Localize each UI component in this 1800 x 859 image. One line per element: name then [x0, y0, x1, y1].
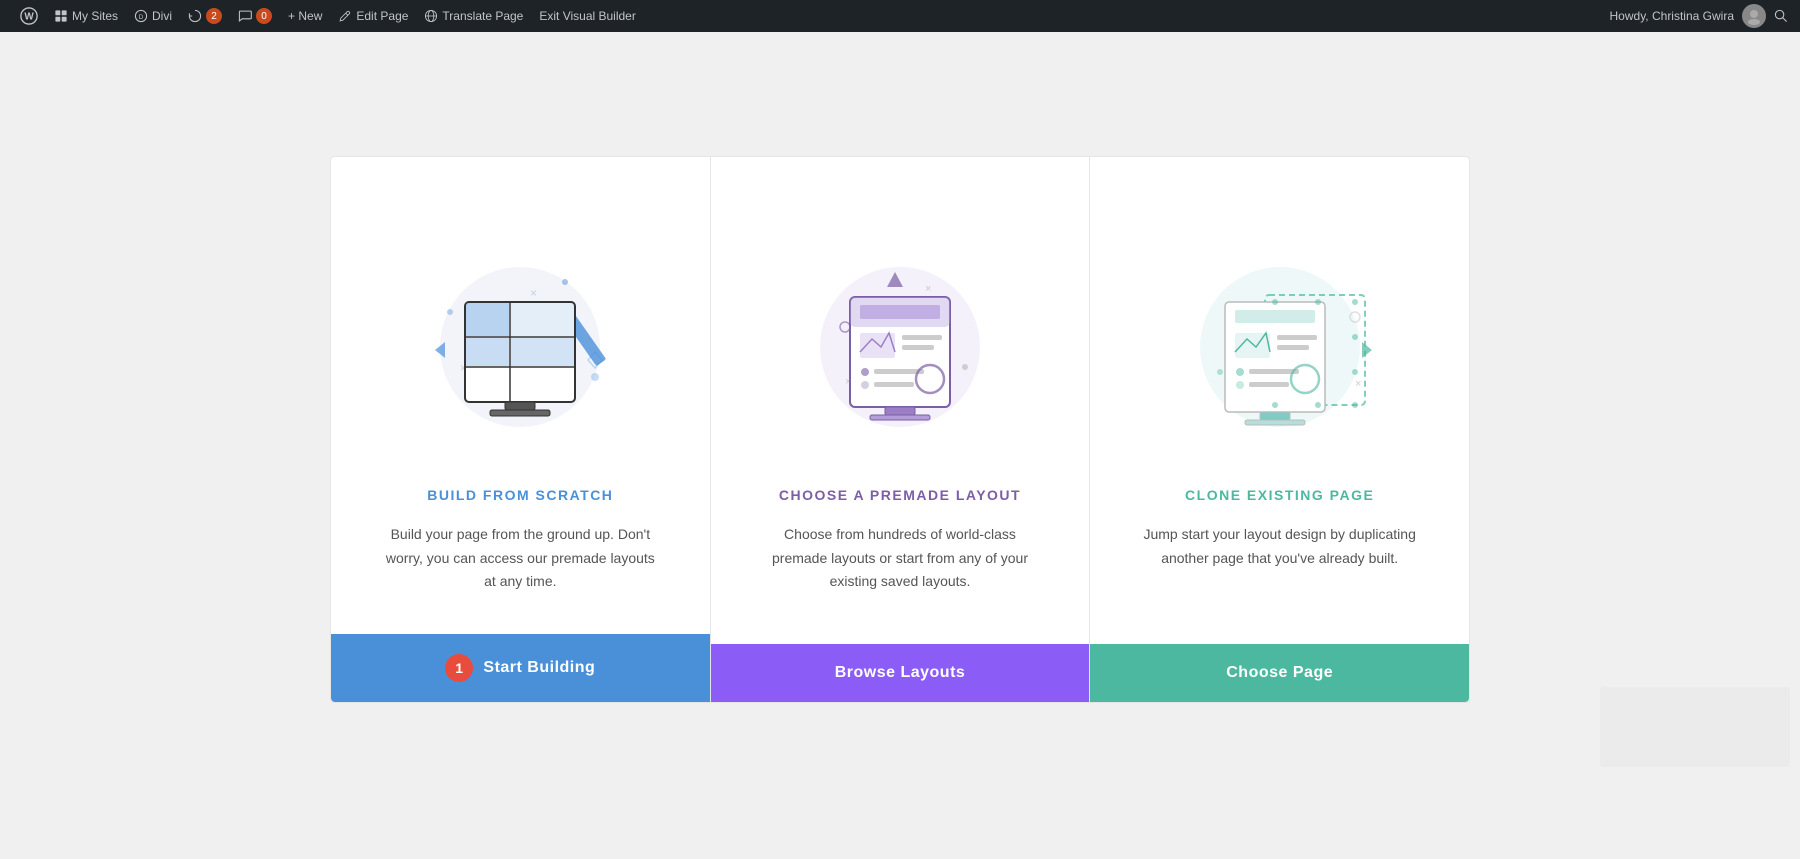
start-building-button[interactable]: 1 Start Building: [331, 634, 710, 702]
page-body: × ×: [0, 32, 1800, 827]
svg-text:×: ×: [925, 283, 931, 295]
browse-layouts-button[interactable]: Browse Layouts: [711, 644, 1090, 702]
browse-layouts-wrap: Browse Layouts: [711, 644, 1090, 702]
svg-text:×: ×: [1355, 378, 1361, 390]
premade-illustration: × ×: [790, 217, 1010, 457]
translate-link[interactable]: Translate Page: [416, 0, 531, 32]
card-scratch-desc: Build your page from the ground up. Don'…: [380, 523, 660, 594]
divi-link[interactable]: D Divi: [126, 0, 180, 32]
choose-page-button[interactable]: Choose Page: [1090, 644, 1469, 702]
card-clone: ×: [1090, 156, 1470, 703]
admin-bar-right: Howdy, Christina Gwira: [1610, 4, 1788, 28]
comments-badge: 0: [256, 8, 272, 24]
comments-link[interactable]: 0: [230, 0, 280, 32]
card-clone-title: CLONE EXISTING PAGE: [1185, 487, 1374, 503]
updates-badge: 2: [206, 8, 222, 24]
start-building-wrap: 1 Start Building: [331, 634, 710, 702]
start-building-badge: 1: [445, 654, 473, 682]
new-link[interactable]: + New: [280, 0, 330, 32]
admin-bar: W My Sites D Divi 2 0 + New Edit Page Tr…: [0, 0, 1800, 32]
edit-page-link[interactable]: Edit Page: [330, 0, 416, 32]
search-icon[interactable]: [1774, 9, 1788, 23]
svg-text:W: W: [24, 12, 34, 23]
exit-builder-link[interactable]: Exit Visual Builder: [531, 0, 644, 32]
wp-logo[interactable]: W: [12, 0, 46, 32]
card-scratch-title: BUILD FROM SCRATCH: [427, 487, 613, 503]
card-premade-title: CHOOSE A PREMADE LAYOUT: [779, 487, 1021, 503]
cards-container: × ×: [330, 156, 1470, 703]
updates-link[interactable]: 2: [180, 0, 230, 32]
user-avatar: [1742, 4, 1766, 28]
choose-page-wrap: Choose Page: [1090, 644, 1469, 702]
card-premade-desc: Choose from hundreds of world-class prem…: [760, 523, 1040, 594]
user-greeting: Howdy, Christina Gwira: [1610, 9, 1734, 23]
svg-text:×: ×: [530, 286, 537, 300]
card-scratch: × ×: [330, 156, 711, 703]
card-clone-desc: Jump start your layout design by duplica…: [1140, 523, 1420, 571]
clone-illustration: ×: [1170, 217, 1390, 457]
my-sites-link[interactable]: My Sites: [46, 0, 126, 32]
scrollbar-hint: [1600, 687, 1790, 767]
card-premade: × ×: [711, 156, 1091, 703]
scratch-illustration: × ×: [410, 217, 630, 457]
svg-text:D: D: [139, 14, 144, 21]
